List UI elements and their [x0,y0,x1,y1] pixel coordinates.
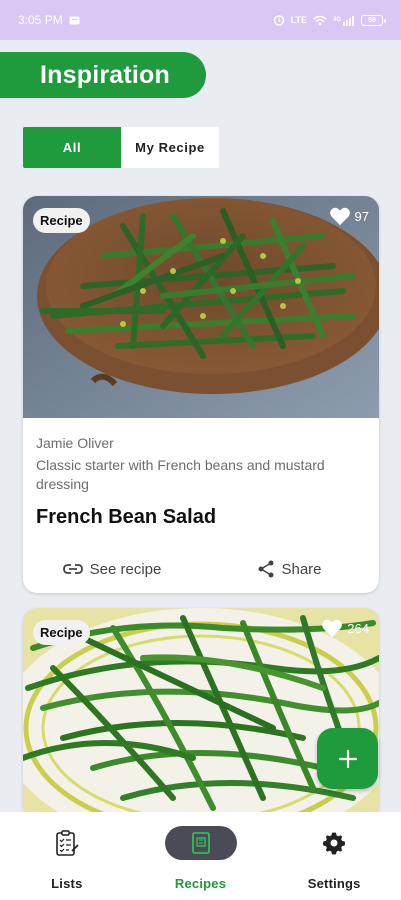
alarm-icon [273,14,285,26]
status-right: LTE 4G 59 [273,14,386,26]
like-count: 264 [347,620,369,636]
nav-settings[interactable]: Settings [267,812,401,900]
see-recipe-label: See recipe [89,560,162,578]
segment-all[interactable]: All [23,127,121,168]
nav-lists[interactable]: Lists [0,812,134,900]
nav-recipes[interactable]: Recipes [134,812,268,900]
header-pill: Inspiration [0,52,206,98]
like-button[interactable]: 264 [321,618,369,638]
recipe-card[interactable]: Recipe 97 Jamie Oliver Classic starter w… [23,196,379,593]
heart-icon [322,619,343,638]
nav-settings-icon-wrap [298,826,370,860]
share-icon [258,560,274,578]
bottom-nav: Lists Recipes Settings [0,812,401,900]
lte-indicator: LTE [290,15,307,25]
recipe-description: Classic starter with French beans and mu… [36,457,325,492]
nav-recipes-icon-wrap [164,826,237,860]
svg-text:4G: 4G [333,17,341,23]
clipboard-list-icon [56,830,79,856]
status-left: 3:05 PM [18,13,80,27]
recipe-book-icon [191,832,210,854]
battery-level: 59 [368,16,376,24]
recipe-title: French Bean Salad [36,506,217,528]
wifi-icon [313,15,327,26]
recipe-tag: Recipe [33,620,90,645]
plus-icon [338,749,357,768]
nav-lists-icon-wrap [31,826,103,860]
page-title: Inspiration [40,60,170,89]
segmented-control: All My Recipe [23,127,219,168]
heart-icon [329,207,350,226]
recipe-author: Jamie Oliver [36,435,114,451]
cell-signal-icon: 4G [333,15,355,26]
gear-icon [323,832,346,855]
message-icon [69,16,80,25]
card-body: Jamie Oliver Classic starter with French… [23,418,379,529]
segment-my-recipe[interactable]: My Recipe [121,127,219,168]
nav-settings-label: Settings [307,876,361,891]
recipe-tag: Recipe [33,208,90,233]
like-button[interactable]: 97 [329,206,369,226]
nav-lists-label: Lists [51,876,83,891]
link-icon [62,564,83,574]
status-bar: 3:05 PM LTE 4G 59 [0,0,401,40]
recipe-image[interactable]: Recipe 97 [23,196,379,418]
nav-recipes-label: Recipes [174,876,227,891]
status-time: 3:05 PM [18,13,63,27]
share-button[interactable]: Share [201,560,379,578]
battery-icon: 59 [361,14,386,26]
see-recipe-button[interactable]: See recipe [23,561,201,578]
add-recipe-button[interactable] [317,728,378,789]
like-count: 97 [354,208,369,224]
share-label: Share [281,560,322,578]
card-actions: See recipe Share [23,557,379,581]
